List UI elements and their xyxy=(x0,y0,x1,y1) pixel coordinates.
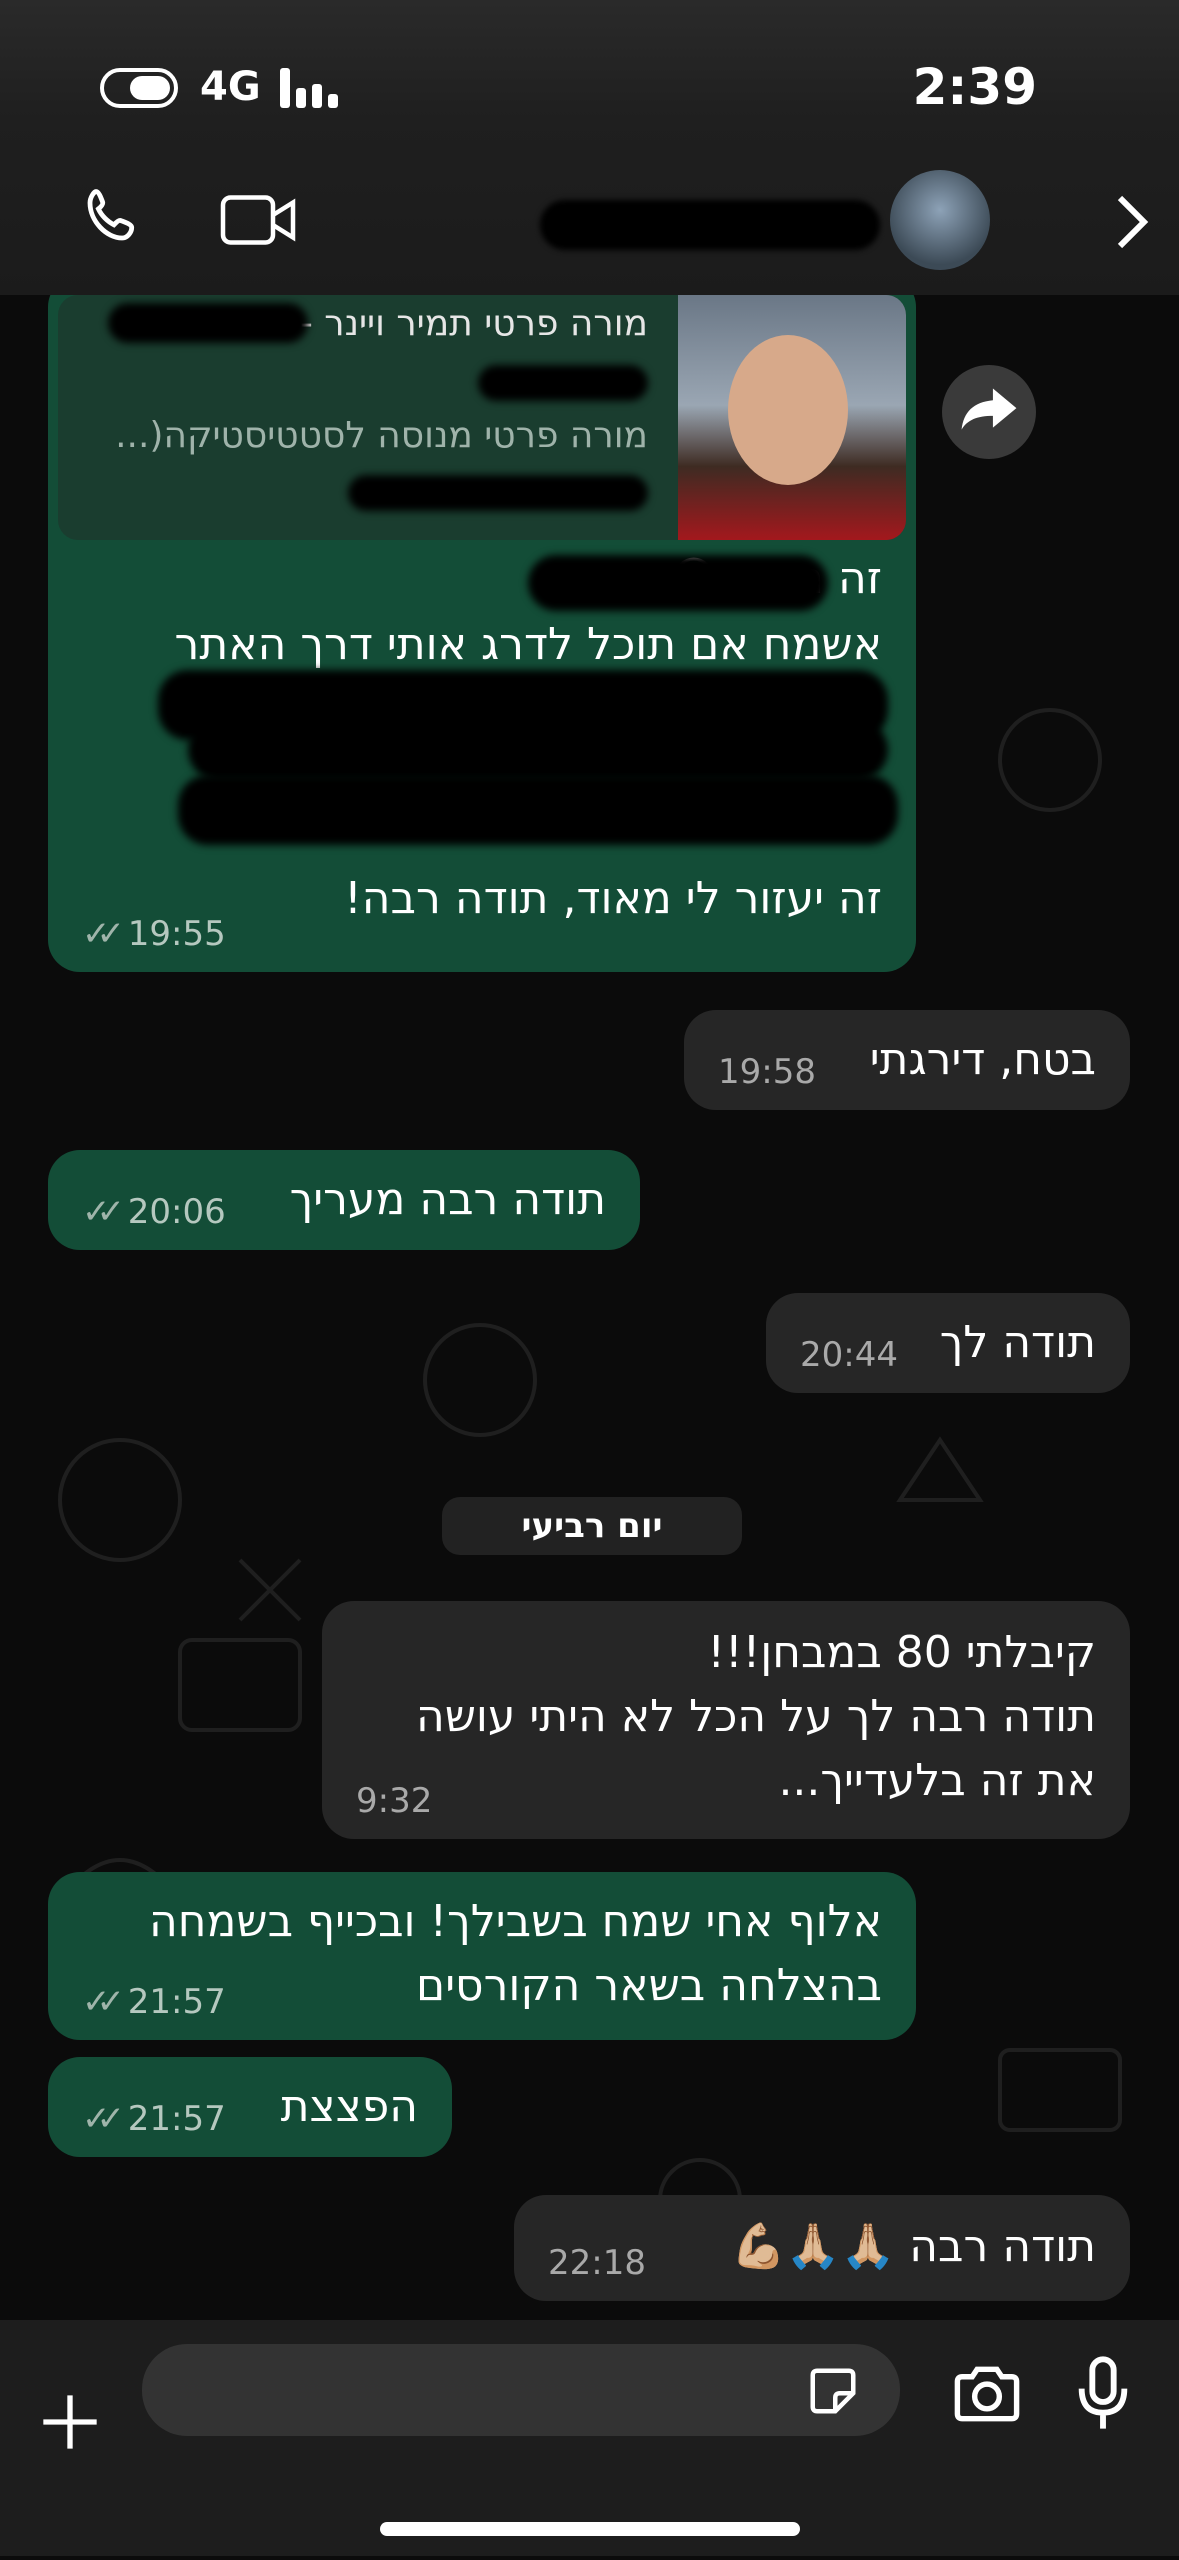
message-time: 21:57 xyxy=(127,2099,226,2139)
message-text: הפצצת xyxy=(280,2081,418,2132)
signal-icon xyxy=(280,68,340,108)
chevron-right-icon[interactable] xyxy=(1112,192,1152,252)
message-input[interactable] xyxy=(142,2344,900,2436)
toggle-icon xyxy=(100,68,178,108)
camera-icon[interactable] xyxy=(950,2364,1024,2424)
read-receipt-icon: ✓✓ xyxy=(82,2099,125,2139)
date-separator: יום רביעי xyxy=(442,1497,742,1555)
contact-avatar[interactable] xyxy=(890,170,990,270)
read-receipt-icon: ✓✓ xyxy=(82,1982,125,2022)
top-bar: 4G 2:39 xyxy=(0,0,1179,295)
message-bubble-incoming[interactable]: תודה רבה 🙏🏼🙏🏼💪🏼 22:18 xyxy=(514,2195,1130,2301)
message-time: 19:58 xyxy=(718,1052,816,1092)
link-preview-description: מורה פרטי מנוסה לסטטיסטיקה(... xyxy=(115,415,648,456)
message-bubble-incoming[interactable]: תודה לך 20:44 xyxy=(766,1293,1130,1393)
message-text: קיבלתי 80 במבחן!!! תודה רבה לך על הכל לא… xyxy=(415,1627,1096,1806)
status-time: 2:39 xyxy=(912,58,1037,116)
message-text: תודה לך xyxy=(939,1317,1096,1368)
link-preview-thumbnail xyxy=(678,295,906,540)
video-camera-icon[interactable] xyxy=(218,190,298,250)
message-time: 9:32 xyxy=(356,1781,433,1821)
contact-name[interactable] xyxy=(540,200,880,250)
message-time: 20:44 xyxy=(800,1335,898,1375)
message-bubble-outgoing[interactable]: מורה פרטי תמיר ויינר - מורה פרטי מנוסה ל… xyxy=(48,295,916,972)
message-bubble-outgoing[interactable]: אלוף אחי שמח בשבילך! ובכייף בשמחה בהצלחה… xyxy=(48,1872,916,2040)
link-preview[interactable]: מורה פרטי תמיר ויינר - מורה פרטי מנוסה ל… xyxy=(58,295,906,540)
message-bubble-outgoing[interactable]: תודה רבה מעריך ✓✓ 20:06 xyxy=(48,1150,640,1250)
message-time: 19:55 xyxy=(127,914,226,954)
home-indicator[interactable] xyxy=(380,2522,800,2536)
message-list[interactable]: מורה פרטי תמיר ויינר - מורה פרטי מנוסה ל… xyxy=(0,295,1179,2320)
status-bar: 4G 2:39 xyxy=(0,58,1179,118)
message-text: זה יעזור לי מאוד, תודה רבה! xyxy=(344,873,882,924)
message-text: בטח, דירגתי xyxy=(869,1034,1096,1085)
forward-arrow-icon[interactable] xyxy=(942,365,1036,459)
link-preview-title: מורה פרטי תמיר ויינר - xyxy=(299,303,648,344)
message-bubble-outgoing[interactable]: הפצצת ✓✓ 21:57 xyxy=(48,2057,452,2157)
sticker-icon[interactable] xyxy=(806,2364,860,2418)
chat-header xyxy=(0,170,1179,280)
message-time: 20:06 xyxy=(127,1192,226,1232)
message-text: אשמח אם תוכל לדרג אותי דרך האתר xyxy=(174,619,882,670)
message-bubble-incoming[interactable]: קיבלתי 80 במבחן!!! תודה רבה לך על הכל לא… xyxy=(322,1601,1130,1839)
message-meta: ✓✓ 21:57 xyxy=(82,2099,226,2139)
message-bubble-incoming[interactable]: בטח, דירגתי 19:58 xyxy=(684,1010,1130,1110)
message-time: 22:18 xyxy=(548,2243,646,2283)
message-meta: ✓✓ 21:57 xyxy=(82,1982,226,2022)
message-meta: ✓✓ 20:06 xyxy=(82,1192,226,1232)
network-label: 4G xyxy=(200,64,261,110)
phone-icon[interactable] xyxy=(78,184,150,256)
message-time: 21:57 xyxy=(127,1982,226,2022)
read-receipt-icon: ✓✓ xyxy=(82,914,125,954)
message-text: תודה רבה מעריך xyxy=(289,1174,606,1225)
message-composer xyxy=(0,2320,1179,2556)
message-meta: ✓✓ 19:55 xyxy=(82,914,226,954)
microphone-icon[interactable] xyxy=(1076,2354,1130,2434)
plus-icon[interactable] xyxy=(38,2390,102,2454)
message-text: תודה רבה 🙏🏼🙏🏼💪🏼 xyxy=(730,2221,1096,2272)
read-receipt-icon: ✓✓ xyxy=(82,1192,125,1232)
message-text: אלוף אחי שמח בשבילך! ובכייף בשמחה בהצלחה… xyxy=(149,1896,882,2011)
